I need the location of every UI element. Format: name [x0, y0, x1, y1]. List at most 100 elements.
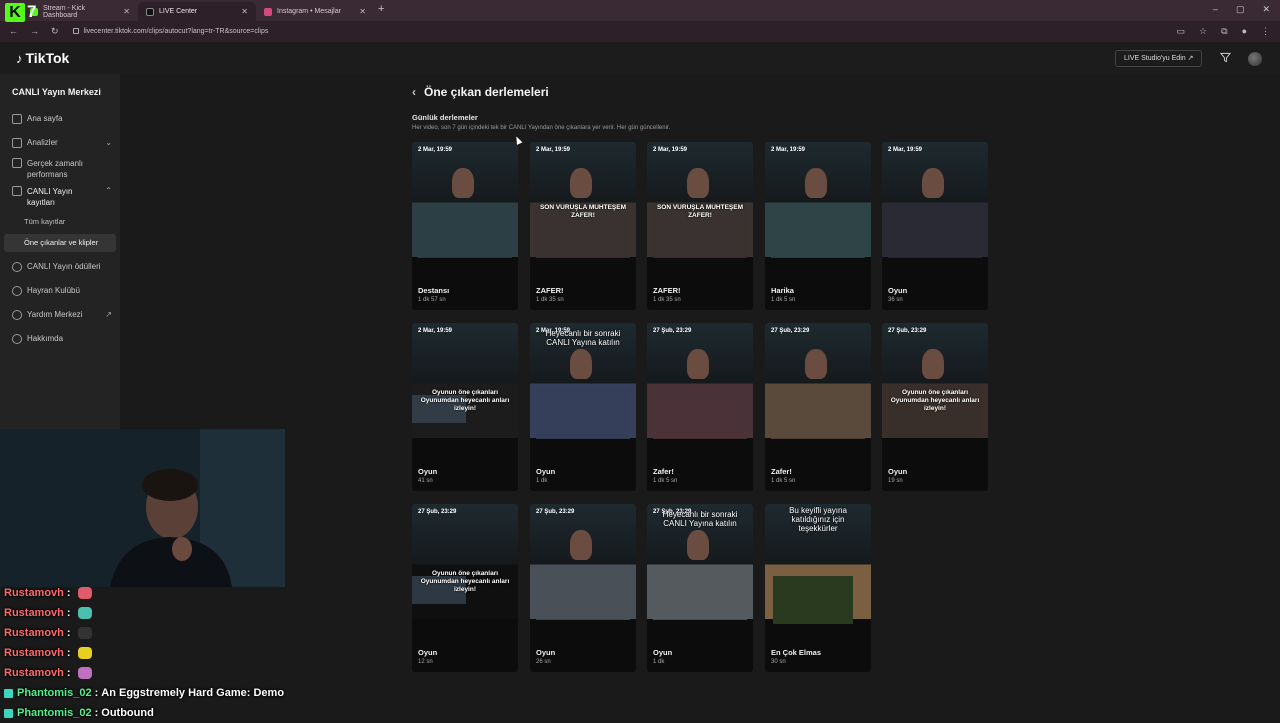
kick-logo-number: 7 [27, 2, 37, 21]
clip-card[interactable]: 27 Şub, 23:29 Oyunun öne çıkanları Oyunum… [412, 504, 518, 672]
forward-arrow-icon[interactable]: → [30, 26, 39, 37]
tab-instagram[interactable]: Instagram • Mesajlar ✕ [256, 2, 374, 21]
close-tab-icon[interactable]: ✕ [241, 7, 248, 16]
new-tab-button[interactable]: + [378, 3, 384, 15]
clip-date: 2 Mar, 19:59 [888, 147, 923, 153]
section-title: Günlük derlemeler [412, 113, 478, 122]
clip-duration: 12 sn [418, 659, 433, 665]
back-arrow-icon[interactable]: ← [9, 26, 18, 37]
streamer-figure [570, 168, 592, 198]
chat-separator: : [66, 647, 71, 659]
sidebar-item-home[interactable]: Ana sayfa [12, 114, 112, 124]
extensions-icon[interactable]: ⧉ [1221, 26, 1227, 37]
home-icon [12, 114, 22, 124]
recordings-icon [12, 186, 22, 196]
back-chevron-icon[interactable]: ‹ [412, 85, 416, 99]
clip-date: 27 Şub, 23:29 [418, 509, 457, 515]
clip-card[interactable]: 27 Şub, 23:29 Oyun 26 sn [530, 504, 636, 672]
chart-icon [12, 138, 22, 148]
gameplay-frame [653, 568, 747, 620]
clip-caption-text: Bu keyifli yayına katıldığınız için teşe… [789, 506, 847, 533]
clip-card[interactable]: Bu keyifli yayına katıldığınız için teşe… [765, 504, 871, 672]
sidebar-item-fan-club[interactable]: Hayran Kulübü [12, 286, 112, 296]
chat-badge-icon [4, 688, 13, 698]
clip-duration: 1 dk [536, 478, 548, 484]
clip-card[interactable]: 2 Mar, 19:59 SON VURUŞLA MUHTEŞEM ZAFER! Z… [647, 142, 753, 310]
stream-chat: Rustamovh: Rustamovh: Rustamovh: Rustamovh:… [4, 583, 304, 723]
tab-label: Stream - Kick Dashboard [43, 4, 86, 19]
sidebar-item-recordings[interactable]: CANLI Yayın kayıtları ⌃ [12, 186, 112, 208]
clip-thumbnail [765, 323, 871, 458]
sidebar-item-about[interactable]: Hakkımda [12, 334, 112, 344]
bookmark-star-icon[interactable]: ☆ [1199, 26, 1207, 37]
chat-message: Rustamovh: [4, 663, 304, 683]
chat-username: Rustamovh [4, 627, 64, 639]
tiktok-logo[interactable]: ♪ TikTok [16, 50, 69, 66]
chat-emote-icon [77, 587, 92, 599]
chevron-up-icon: ⌃ [105, 186, 112, 195]
streamer-figure [570, 349, 592, 379]
chat-emote-icon [77, 627, 92, 639]
sidebar-item-analytics[interactable]: Analizler ⌄ [12, 138, 112, 148]
clip-overlay-text: SON VURUŞLA MUHTEŞEM ZAFER! [539, 204, 627, 219]
tab-live-center[interactable]: LIVE Center ✕ [138, 2, 256, 21]
streamer-figure [922, 168, 944, 198]
clip-overlay-text: Oyunun öne çıkanları Oyunumdan heyecanlı… [890, 389, 980, 412]
close-tab-icon[interactable]: ✕ [123, 7, 130, 16]
clip-thumbnail [882, 142, 988, 277]
clip-title: Oyun [536, 467, 556, 476]
sidebar-item-realtime[interactable]: Gerçek zamanlı performans [12, 158, 112, 180]
close-tab-icon[interactable]: ✕ [359, 7, 366, 16]
gameplay-frame [418, 206, 512, 258]
clip-duration: 1 dk 5 sn [653, 478, 678, 484]
clip-date: 27 Şub, 23:29 [771, 328, 810, 334]
clip-date: 2 Mar, 19:59 [771, 147, 806, 153]
clip-title: Destansı [418, 286, 450, 295]
profile-icon[interactable]: ● [1242, 26, 1247, 37]
sidebar-item-rewards[interactable]: CANLI Yayın ödülleri [12, 262, 112, 272]
clip-card[interactable]: 2 Mar, 19:59 SON VURUŞLA MUHTEŞEM ZAFER! Z… [530, 142, 636, 310]
cast-icon[interactable]: ▭ [1177, 26, 1186, 37]
streamer-figure [452, 168, 474, 198]
clip-card[interactable]: 2 Mar, 19:59 Destansı 1 dk 57 sn [412, 142, 518, 310]
clip-card[interactable]: 2 Mar, 19:59 Oyunun öne çıkanları Oyunumd… [412, 323, 518, 491]
sidebar-item-help[interactable]: Yardım Merkezi ↗ [12, 310, 112, 320]
avatar[interactable] [1248, 52, 1262, 66]
clip-date: 2 Mar, 19:59 [653, 147, 688, 153]
clip-card[interactable]: 2 Mar, 19:59 Harika 1 dk 5 sn [765, 142, 871, 310]
reload-icon[interactable]: ↻ [51, 26, 59, 37]
heart-icon [12, 286, 22, 296]
clip-card[interactable]: 27 Şub, 23:29 Zafer! 1 dk 5 sn [765, 323, 871, 491]
chat-separator: : [94, 687, 99, 699]
filter-icon[interactable] [1220, 52, 1231, 63]
minimize-icon[interactable]: – [1213, 4, 1218, 15]
clip-card[interactable]: 2 Mar, 19:59 Oyun 36 sn [882, 142, 988, 310]
chat-message: Phantomis_02: An Eggstremely Hard Game: D… [4, 683, 304, 703]
chat-username: Rustamovh [4, 647, 64, 659]
clip-overlay-text: Oyunun öne çıkanları Oyunumdan heyecanlı… [420, 570, 510, 593]
close-window-icon[interactable]: ✕ [1262, 4, 1270, 15]
chat-separator: : [66, 627, 71, 639]
live-studio-button[interactable]: LIVE Studio'yu Edin ↗ [1115, 50, 1203, 67]
sidebar-subitem-all-recordings[interactable]: Tüm kayıtlar [24, 217, 65, 226]
site-info-icon[interactable] [72, 28, 79, 35]
sidebar-subitem-highlights[interactable]: Öne çıkanlar ve klipler [4, 234, 116, 252]
clip-card[interactable]: 27 Şub, 23:29 Oyunun öne çıkanları Oyunum… [882, 323, 988, 491]
chat-message: Rustamovh: [4, 603, 304, 623]
clip-thumbnail [530, 504, 636, 639]
clip-date: 2 Mar, 19:59 [536, 147, 571, 153]
clip-duration: 36 sn [888, 297, 903, 303]
sidebar-title: CANLI Yayın Merkezi [12, 87, 101, 97]
clip-overlay-text: SON VURUŞLA MUHTEŞEM ZAFER! [656, 204, 744, 219]
clip-card[interactable]: 27 Şub, 23:29 Heyecanlı bir sonraki CANLI… [647, 504, 753, 672]
webcam-image [0, 429, 285, 587]
url-field[interactable]: livecenter.tiktok.com/clips/autocut?lang… [72, 28, 268, 35]
clip-caption-text: Heyecanlı bir sonraki CANLI Yayına katıl… [545, 329, 621, 347]
maximize-icon[interactable]: ▢ [1236, 4, 1245, 15]
clip-card[interactable]: 27 Şub, 23:29 Zafer! 1 dk 5 sn [647, 323, 753, 491]
clip-title: En Çok Elmas [771, 648, 822, 657]
clip-card[interactable]: 2 Mar, 19:59 Heyecanlı bir sonraki CANLI … [530, 323, 636, 491]
address-bar: ← → ↻ livecenter.tiktok.com/clips/autocu… [0, 21, 1280, 42]
menu-dots-icon[interactable]: ⋮ [1261, 26, 1270, 37]
page-title: ‹ Öne çıkan derlemeleri [412, 85, 549, 99]
